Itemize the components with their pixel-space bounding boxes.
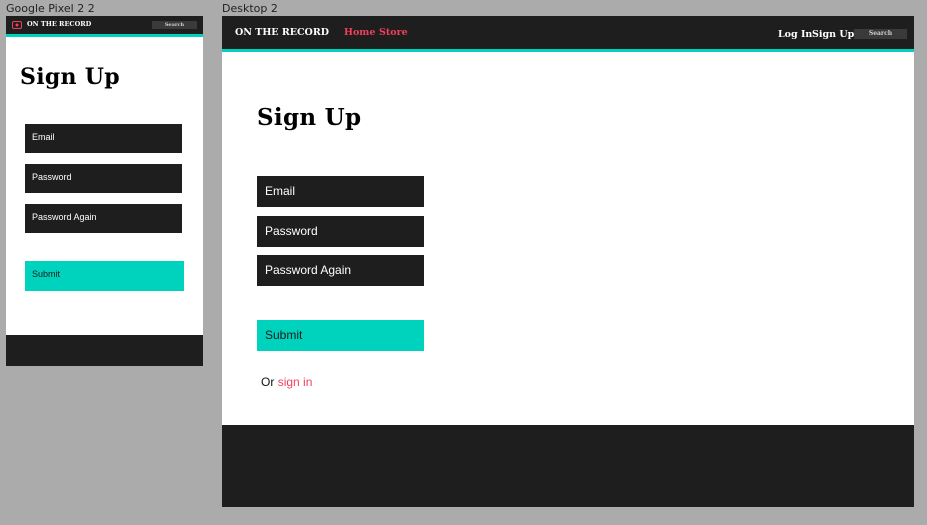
mobile-frame: ON THE RECORD Search Sign Up Email Passw… [6,16,203,366]
desktop-footer [222,425,914,507]
desktop-submit-button[interactable]: Submit [257,320,424,351]
mobile-password-again-field[interactable]: Password Again [25,204,182,233]
mobile-submit-button[interactable]: Submit [25,261,184,291]
signin-link[interactable]: sign in [278,375,313,389]
mobile-footer [6,335,203,366]
desktop-email-field[interactable]: Email [257,176,424,207]
desktop-navbar: ON THE RECORD Home Store Log In Sign Up … [222,16,914,49]
mobile-accent-bar [6,34,203,37]
nav-home-link[interactable]: Home [344,27,375,38]
nav-store-link[interactable]: Store [379,27,408,38]
mobile-email-field[interactable]: Email [25,124,182,153]
desktop-frame: ON THE RECORD Home Store Log In Sign Up … [222,16,914,507]
mobile-password-field[interactable]: Password [25,164,182,193]
desktop-brand[interactable]: ON THE RECORD [235,27,329,38]
record-logo-icon [12,21,22,29]
mobile-search-input[interactable]: Search [152,21,197,29]
desktop-password-field[interactable]: Password [257,216,424,247]
signup-link[interactable]: Sign Up [812,29,854,40]
desktop-accent-bar [222,49,914,52]
mobile-frame-label: Google Pixel 2 2 [6,2,95,15]
signin-prompt: Or sign in [261,375,312,389]
desktop-page-title: Sign Up [257,104,362,131]
desktop-frame-label: Desktop 2 [222,2,278,15]
mobile-navbar: ON THE RECORD Search [6,16,203,34]
login-link[interactable]: Log In [778,29,812,40]
signin-prompt-prefix: Or [261,375,275,389]
desktop-search-input[interactable]: Search [854,29,907,39]
desktop-password-again-field[interactable]: Password Again [257,255,424,286]
mobile-brand[interactable]: ON THE RECORD [27,20,91,28]
mobile-page-title: Sign Up [20,64,120,90]
